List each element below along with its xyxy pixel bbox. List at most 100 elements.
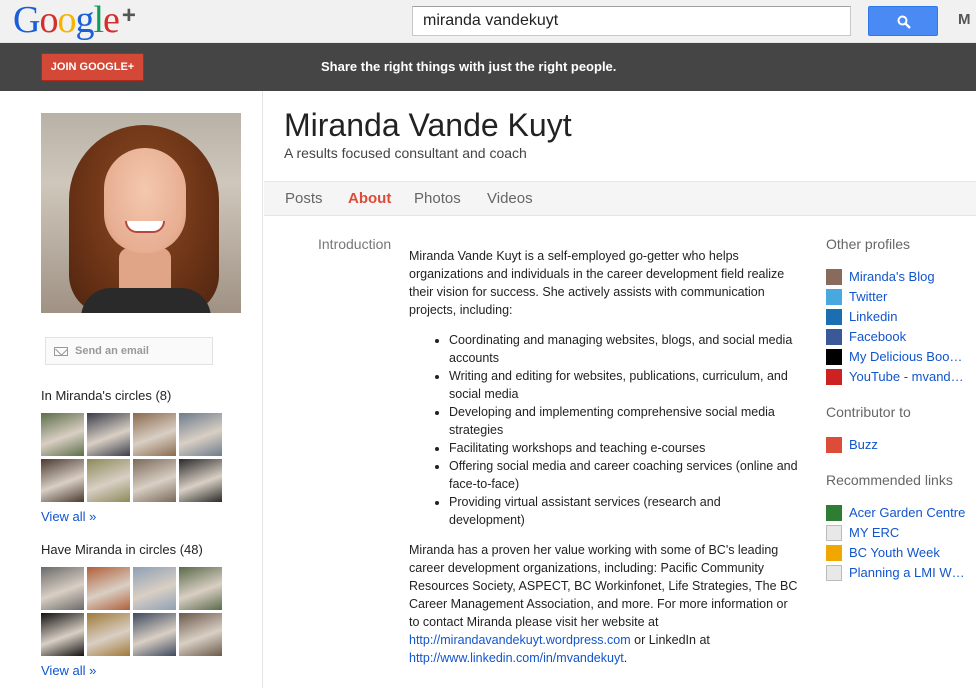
recommended-link[interactable]: MY ERC (826, 524, 976, 542)
list-item: Offering social media and career coachin… (449, 457, 799, 493)
avatar[interactable] (41, 413, 84, 456)
youth-week-icon (826, 545, 842, 561)
sign-in-cut-text[interactable]: M (958, 6, 976, 36)
intro-paragraph-2: Miranda has a proven her value working w… (409, 541, 799, 667)
search-icon (897, 15, 911, 29)
other-profile-label: YouTube - mvand… (849, 369, 964, 384)
avatar[interactable] (179, 613, 222, 656)
left-column: Send an email In Miranda's circles (8) V… (0, 91, 263, 688)
profile-name: Miranda Vande Kuyt (284, 107, 572, 143)
avatar[interactable] (133, 459, 176, 502)
logo-letter-o2: o (57, 0, 76, 41)
have-circles-avatar-grid (41, 567, 223, 656)
recommended-label: MY ERC (849, 525, 900, 540)
logo-letter-e: e (103, 0, 120, 41)
send-email-button[interactable]: Send an email (45, 337, 213, 365)
contributor-link[interactable]: Buzz (826, 436, 976, 454)
google-plus-logo[interactable]: Google + (13, 0, 136, 45)
other-profiles-heading: Other profiles (826, 236, 911, 252)
tab-photos[interactable]: Photos (414, 190, 461, 207)
other-profile-link[interactable]: Twitter (826, 288, 976, 306)
avatar[interactable] (87, 413, 130, 456)
other-profile-link[interactable]: My Delicious Boo… (826, 348, 976, 366)
other-profile-link[interactable]: Miranda's Blog (826, 268, 976, 286)
intro-paragraph-1: Miranda Vande Kuyt is a self-employed go… (409, 249, 785, 317)
recommended-links-heading: Recommended links (826, 472, 953, 488)
intro-paragraph-2-text: Miranda has a proven her value working w… (409, 543, 798, 629)
avatar[interactable] (41, 459, 84, 502)
search-input[interactable] (412, 6, 851, 36)
logo-plus: + (121, 2, 136, 29)
promo-bar: JOIN GOOGLE+ Share the right things with… (0, 43, 976, 91)
acer-garden-icon (826, 505, 842, 521)
profile-tabs: Posts About Photos Videos (264, 181, 976, 216)
view-all-have-circles-link[interactable]: View all » (41, 663, 96, 678)
tab-videos[interactable]: Videos (487, 190, 533, 207)
introduction-text: Miranda Vande Kuyt is a self-employed go… (409, 247, 799, 679)
avatar[interactable] (87, 459, 130, 502)
logo-letter-l: l (93, 0, 104, 41)
other-profile-link[interactable]: YouTube - mvand… (826, 368, 976, 386)
avatar[interactable] (87, 613, 130, 656)
view-all-in-circles-link[interactable]: View all » (41, 509, 96, 524)
in-circles-avatar-grid (41, 413, 223, 502)
avatar[interactable] (133, 613, 176, 656)
recommended-label: Planning a LMI W… (849, 565, 965, 580)
website-link[interactable]: http://mirandavandekuyt.wordpress.com (409, 633, 631, 647)
contributor-to-heading: Contributor to (826, 404, 911, 420)
page-icon (826, 565, 842, 581)
linkedin-link[interactable]: http://www.linkedin.com/in/mvandekuyt (409, 651, 624, 665)
avatar[interactable] (133, 413, 176, 456)
avatar[interactable] (41, 613, 84, 656)
other-profile-label: Facebook (849, 329, 907, 344)
avatar[interactable] (133, 567, 176, 610)
twitter-icon (826, 289, 842, 305)
send-email-label: Send an email (75, 345, 149, 357)
introduction-label: Introduction (318, 236, 392, 252)
other-profile-link[interactable]: Facebook (826, 328, 976, 346)
recommended-link[interactable]: Acer Garden Centre (826, 504, 976, 522)
google-buzz-icon (826, 437, 842, 453)
tab-posts[interactable]: Posts (285, 190, 323, 207)
blog-icon (826, 269, 842, 285)
in-circles-heading: In Miranda's circles (8) (41, 388, 172, 403)
page-icon (826, 525, 842, 541)
other-profile-link[interactable]: Linkedin (826, 308, 976, 326)
other-profile-label: My Delicious Boo… (849, 349, 963, 364)
avatar[interactable] (179, 567, 222, 610)
facebook-icon (826, 329, 842, 345)
other-profile-label: Twitter (849, 289, 888, 304)
have-circles-heading: Have Miranda in circles (48) (41, 542, 203, 557)
avatar[interactable] (87, 567, 130, 610)
logo-letter-g: G (13, 0, 40, 41)
end-period: . (623, 651, 628, 665)
other-profile-label: Miranda's Blog (849, 269, 935, 284)
list-item: Facilitating workshops and teaching e-co… (449, 439, 799, 457)
tab-about[interactable]: About (348, 190, 391, 207)
recommended-link[interactable]: Planning a LMI W… (826, 564, 976, 582)
contributor-label: Buzz (849, 437, 878, 452)
logo-letter-o1: o (39, 0, 58, 41)
top-bar: Google + M (0, 0, 976, 43)
or-linkedin-text: or LinkedIn at (634, 633, 710, 647)
list-item: Providing virtual assistant services (re… (449, 493, 799, 529)
recommended-label: Acer Garden Centre (849, 505, 966, 520)
recommended-link[interactable]: BC Youth Week (826, 544, 976, 562)
profile-photo[interactable] (41, 113, 241, 313)
join-google-plus-button[interactable]: JOIN GOOGLE+ (41, 53, 144, 81)
list-item: Writing and editing for websites, public… (449, 367, 799, 403)
logo-letter-g2: g (75, 0, 94, 41)
avatar[interactable] (41, 567, 84, 610)
list-item: Coordinating and managing websites, blog… (449, 331, 799, 367)
list-item: Developing and implementing comprehensiv… (449, 403, 799, 439)
youtube-icon (826, 369, 842, 385)
search-button[interactable] (868, 6, 938, 36)
intro-bullet-list: Coordinating and managing websites, blog… (449, 331, 799, 529)
envelope-icon (54, 347, 68, 356)
profile-tagline: A results focused consultant and coach (284, 145, 527, 161)
avatar[interactable] (179, 413, 222, 456)
recommended-label: BC Youth Week (849, 545, 940, 560)
linkedin-icon (826, 309, 842, 325)
avatar[interactable] (179, 459, 222, 502)
other-profile-label: Linkedin (849, 309, 898, 324)
